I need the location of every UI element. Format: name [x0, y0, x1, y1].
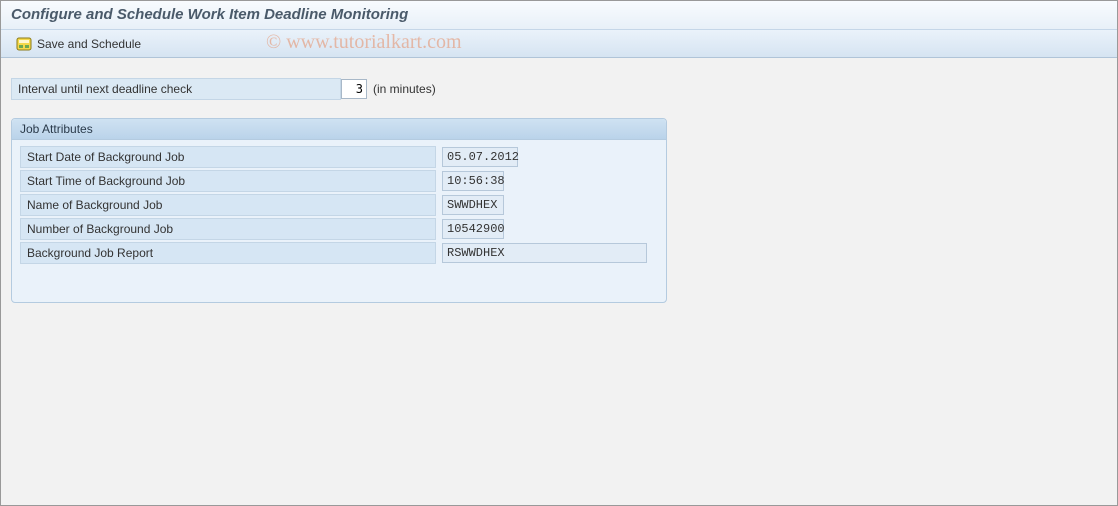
application-toolbar: Save and Schedule: [1, 30, 1117, 58]
title-bar: Configure and Schedule Work Item Deadlin…: [1, 1, 1117, 30]
attr-row-job-name: Name of Background Job SWWDHEX: [20, 194, 658, 216]
attr-row-start-time: Start Time of Background Job 10:56:38: [20, 170, 658, 192]
attr-value-job-number: 10542900: [442, 219, 504, 239]
interval-unit-hint: (in minutes): [373, 82, 436, 96]
attr-value-job-report: RSWWDHEX: [442, 243, 647, 263]
attr-value-start-time: 10:56:38: [442, 171, 504, 191]
attr-label: Start Time of Background Job: [20, 170, 436, 192]
job-schedule-icon: [16, 36, 32, 52]
attr-label: Number of Background Job: [20, 218, 436, 240]
attr-row-job-report: Background Job Report RSWWDHEX: [20, 242, 658, 264]
attr-row-job-number: Number of Background Job 10542900: [20, 218, 658, 240]
attr-label: Start Date of Background Job: [20, 146, 436, 168]
page-title: Configure and Schedule Work Item Deadlin…: [11, 6, 1107, 23]
job-attributes-body: Start Date of Background Job 05.07.2012 …: [12, 140, 666, 272]
attr-label: Name of Background Job: [20, 194, 436, 216]
attr-row-start-date: Start Date of Background Job 05.07.2012: [20, 146, 658, 168]
attr-label: Background Job Report: [20, 242, 436, 264]
interval-row: Interval until next deadline check (in m…: [11, 78, 1107, 100]
job-attributes-title: Job Attributes: [12, 119, 666, 140]
interval-input[interactable]: [341, 79, 367, 99]
job-attributes-groupbox: Job Attributes Start Date of Background …: [11, 118, 667, 303]
save-and-schedule-button[interactable]: Save and Schedule: [9, 33, 148, 55]
attr-value-start-date: 05.07.2012: [442, 147, 518, 167]
save-and-schedule-label: Save and Schedule: [37, 37, 141, 51]
content-area: Interval until next deadline check (in m…: [1, 58, 1117, 313]
attr-value-job-name: SWWDHEX: [442, 195, 504, 215]
interval-label: Interval until next deadline check: [11, 78, 341, 100]
